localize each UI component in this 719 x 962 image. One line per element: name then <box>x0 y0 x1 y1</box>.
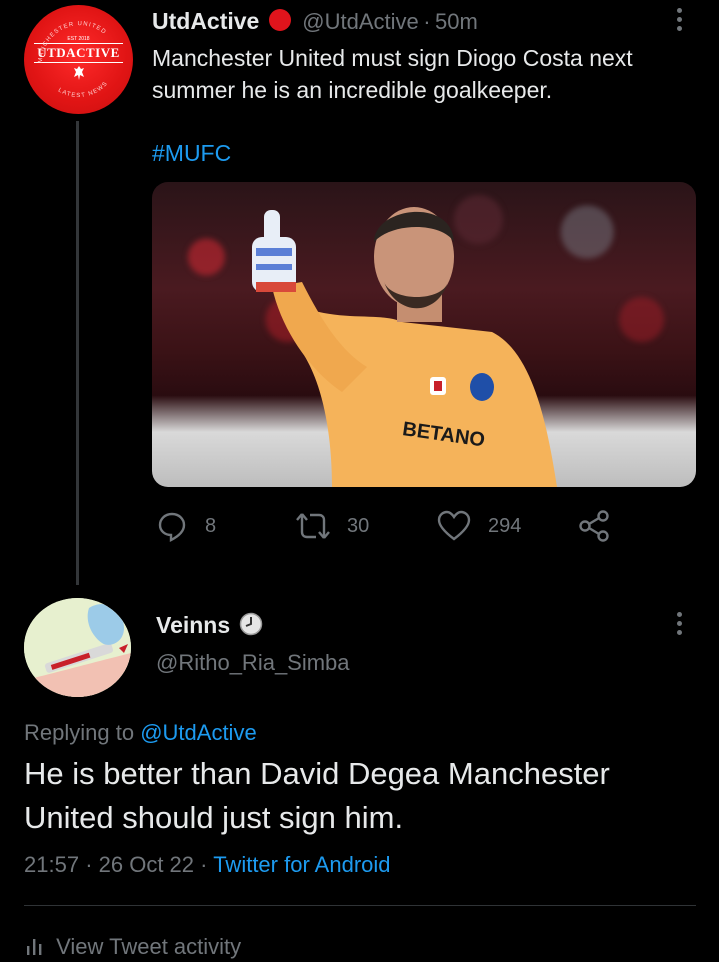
user-handle[interactable]: @UtdActive <box>302 9 418 34</box>
tweet-header: UtdActive @UtdActive · 50m <box>152 8 478 37</box>
replying-to-label: Replying to <box>24 720 135 745</box>
hashtag-link[interactable]: #MUFC <box>152 140 231 167</box>
clock-emoji-icon <box>239 612 263 641</box>
divider <box>24 905 696 906</box>
reply-date[interactable]: 26 Oct 22 <box>99 852 194 877</box>
tweet-source-link[interactable]: Twitter for Android <box>213 852 390 877</box>
avatar-ring-text: MANCHESTER UNITED LATEST NEWS <box>38 21 109 99</box>
reply-time[interactable]: 21:57 <box>24 852 79 877</box>
view-tweet-activity-link[interactable]: View Tweet activity <box>24 934 241 962</box>
like-heart-icon[interactable] <box>437 510 471 542</box>
meta-separator-1: · <box>85 852 93 877</box>
reply-more-options-icon[interactable] <box>677 612 683 639</box>
svg-text:MANCHESTER UNITED: MANCHESTER UNITED <box>38 21 107 63</box>
reply-header: Veinns <box>156 612 263 641</box>
avatar-ring-top: MANCHESTER UNITED <box>38 21 106 63</box>
reply-icon[interactable] <box>156 510 188 542</box>
affiliation-badge-icon <box>268 8 292 37</box>
view-tweet-activity-label: View Tweet activity <box>56 934 242 959</box>
display-name[interactable]: UtdActive <box>152 8 259 34</box>
tweet-time[interactable]: 50m <box>435 9 478 34</box>
header-separator: · <box>423 9 431 34</box>
like-count: 294 <box>488 515 522 537</box>
thread-connector-line <box>76 121 79 585</box>
tweet-text-line-2: summer he is an incredible goalkeeper. <box>152 77 553 103</box>
more-options-icon[interactable] <box>677 8 683 35</box>
utdactive-avatar[interactable]: MANCHESTER UNITED LATEST NEWS EST 2018 U… <box>24 5 133 114</box>
reply-user-handle[interactable]: @Ritho_Ria_Simba <box>156 650 350 676</box>
activity-chart-icon <box>24 936 44 962</box>
retweet-count: 30 <box>347 515 370 537</box>
reply-count: 8 <box>205 515 217 537</box>
reply-display-name[interactable]: Veinns <box>156 612 230 638</box>
goalkeeper-illustration: BETANO <box>252 207 557 487</box>
veinns-avatar[interactable] <box>24 598 131 697</box>
meta-separator-2: · <box>200 852 208 877</box>
replying-to-line: Replying to @UtdActive <box>24 720 257 746</box>
reply-text-line-2: United should just sign him. <box>24 800 404 835</box>
reply-meta-line: 21:57 · 26 Oct 22 · Twitter for Android <box>24 852 391 878</box>
share-icon[interactable] <box>579 510 611 542</box>
avatar-ring-bottom: LATEST NEWS <box>57 80 108 99</box>
replying-to-mention[interactable]: @UtdActive <box>140 720 256 745</box>
tweet-photo[interactable]: BETANO <box>152 182 696 487</box>
retweet-icon[interactable] <box>294 510 332 542</box>
reply-text-line-1: He is better than David Degea Manchester <box>24 756 610 791</box>
svg-text:LATEST NEWS: LATEST NEWS <box>57 80 109 99</box>
tweet-text-line-1: Manchester United must sign Diogo Costa … <box>152 45 633 71</box>
